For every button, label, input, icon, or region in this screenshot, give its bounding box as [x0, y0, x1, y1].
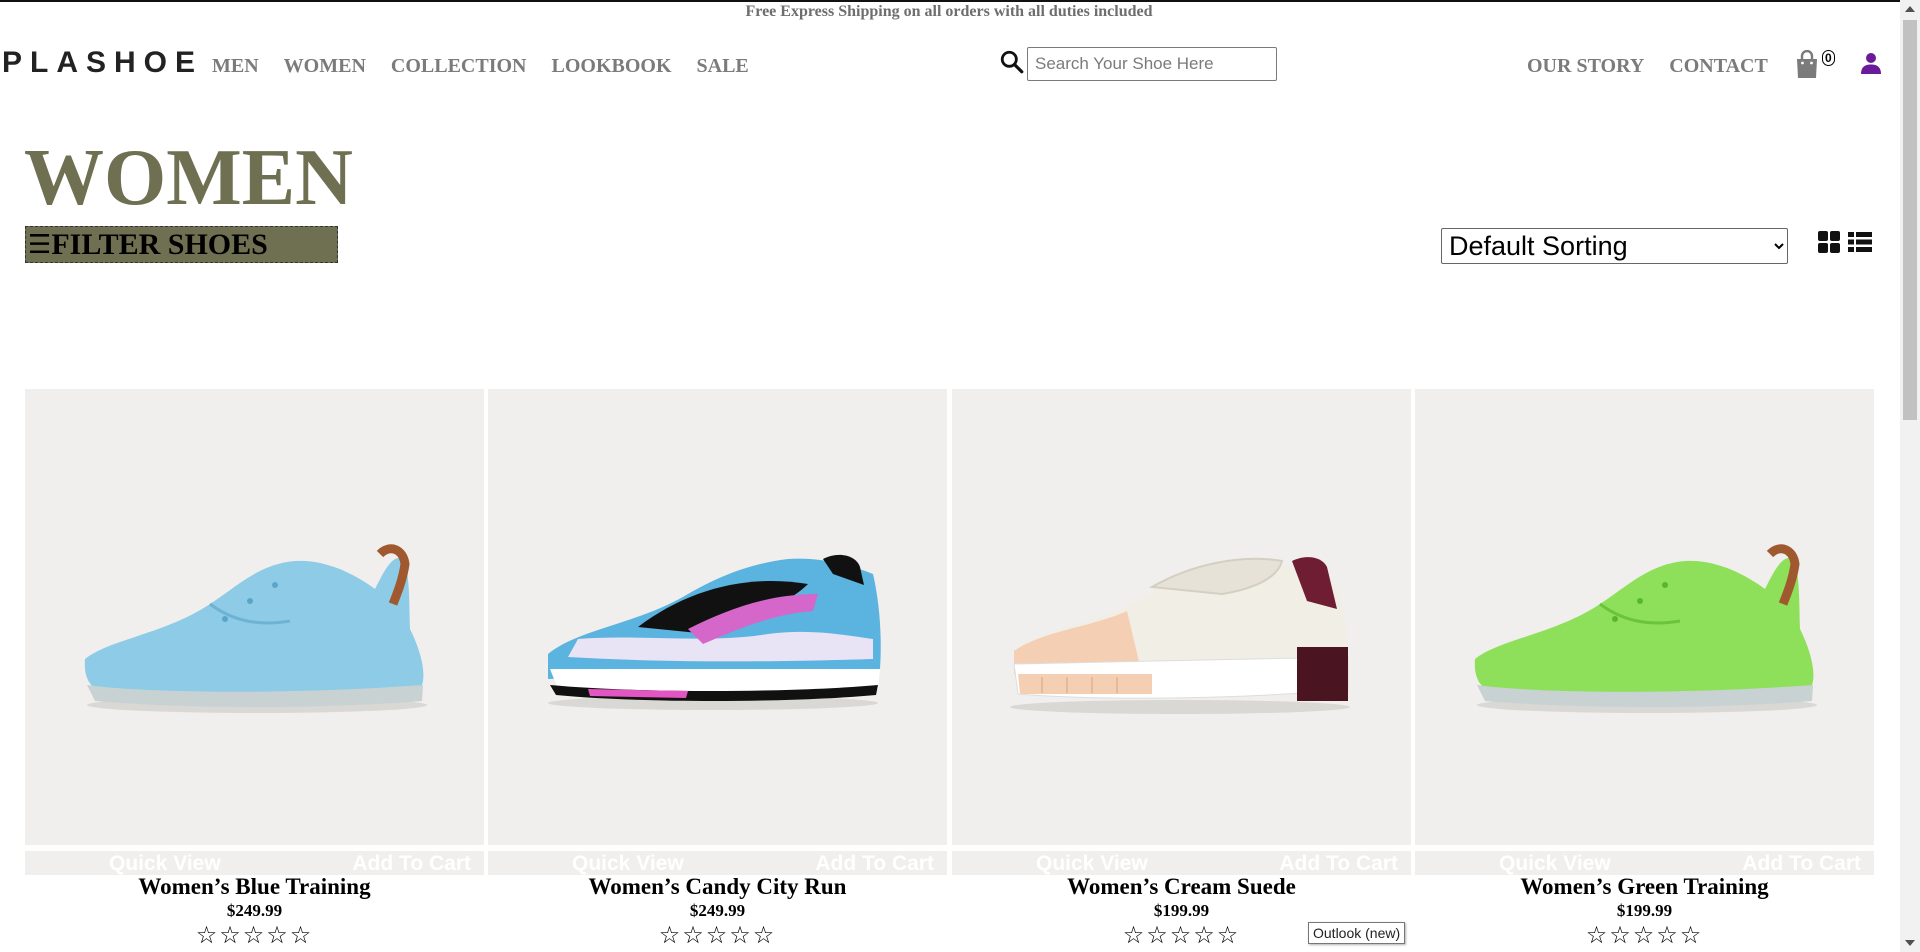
nav-men[interactable]: MEN: [212, 54, 259, 78]
nav-our-story[interactable]: OUR STORY: [1527, 54, 1644, 78]
search-input[interactable]: [1027, 47, 1277, 81]
add-to-cart-button[interactable]: Add To Cart: [815, 852, 934, 876]
product-rating-stars[interactable]: ☆☆☆☆☆: [25, 922, 484, 948]
product-name[interactable]: Women’s Candy City Run: [488, 874, 947, 900]
grid-view-icon[interactable]: [1817, 230, 1841, 254]
product-card[interactable]: Quick View Add To Cart Women’s Green Tra…: [1415, 389, 1874, 948]
sneaker-image: [1010, 557, 1350, 714]
product-price: $199.99: [1153, 901, 1210, 920]
shopping-bag-icon[interactable]: [1795, 50, 1819, 80]
nav-sale[interactable]: SALE: [697, 54, 749, 78]
product-name[interactable]: Women’s Cream Suede: [952, 874, 1411, 900]
product-rating-stars[interactable]: ☆☆☆☆☆: [1415, 922, 1874, 948]
nav-women[interactable]: WOMEN: [284, 54, 366, 78]
product-actions: Quick View Add To Cart: [1415, 851, 1874, 875]
quick-view-button[interactable]: Quick View: [1499, 852, 1611, 876]
sneaker-image: [1474, 544, 1817, 713]
product-card[interactable]: Quick View Add To Cart Women’s Candy Cit…: [488, 389, 947, 948]
scroll-up-arrow-icon[interactable]: [1905, 6, 1915, 12]
product-price: $199.99: [1616, 901, 1673, 920]
filter-label: FILTER SHOES: [51, 227, 268, 261]
search-icon[interactable]: [999, 49, 1025, 75]
sort-select[interactable]: Default Sorting: [1441, 228, 1788, 264]
product-image[interactable]: [1415, 389, 1874, 845]
product-rating-stars[interactable]: ☆☆☆☆☆: [488, 922, 947, 948]
product-name[interactable]: Women’s Blue Training: [25, 874, 484, 900]
product-actions: Quick View Add To Cart: [952, 851, 1411, 875]
sneaker-image: [84, 544, 427, 713]
announcement-bar: Free Express Shipping on all orders with…: [745, 3, 1153, 20]
quick-view-button[interactable]: Quick View: [572, 852, 684, 876]
filter-shoes-button[interactable]: ☰ FILTER SHOES: [25, 226, 338, 263]
list-view-icon[interactable]: [1848, 231, 1872, 253]
cart-count-badge: 0: [1822, 50, 1835, 66]
product-actions: Quick View Add To Cart: [25, 851, 484, 875]
product-actions: Quick View Add To Cart: [488, 851, 947, 875]
product-image[interactable]: [952, 389, 1411, 845]
product-image[interactable]: [25, 389, 484, 845]
taskbar-tooltip: Outlook (new): [1308, 922, 1406, 944]
product-card[interactable]: Quick View Add To Cart Women’s Cream Sue…: [952, 389, 1411, 948]
sneaker-image: [548, 554, 881, 710]
nav-collection[interactable]: COLLECTION: [391, 54, 527, 78]
page-title: WOMEN: [24, 134, 353, 222]
nav-contact[interactable]: CONTACT: [1669, 54, 1768, 78]
vertical-scrollbar[interactable]: [1900, 0, 1920, 952]
product-card[interactable]: Quick View Add To Cart Women’s Blue Trai…: [25, 389, 484, 948]
add-to-cart-button[interactable]: Add To Cart: [1279, 852, 1398, 876]
menu-icon: ☰: [28, 229, 52, 260]
add-to-cart-button[interactable]: Add To Cart: [352, 852, 471, 876]
product-price: $249.99: [689, 901, 746, 920]
scroll-down-arrow-icon[interactable]: [1905, 940, 1915, 946]
nav-lookbook[interactable]: LOOKBOOK: [551, 54, 671, 78]
quick-view-button[interactable]: Quick View: [109, 852, 221, 876]
user-icon[interactable]: [1859, 51, 1883, 75]
site-logo[interactable]: PLASHOE: [2, 45, 203, 81]
add-to-cart-button[interactable]: Add To Cart: [1742, 852, 1861, 876]
main-nav: MEN WOMEN COLLECTION LOOKBOOK SALE: [212, 54, 774, 78]
quick-view-button[interactable]: Quick View: [1036, 852, 1148, 876]
scrollbar-thumb[interactable]: [1903, 20, 1917, 420]
product-name[interactable]: Women’s Green Training: [1415, 874, 1874, 900]
secondary-nav: OUR STORY CONTACT: [1527, 54, 1793, 78]
product-image[interactable]: [488, 389, 947, 845]
product-price: $249.99: [226, 901, 283, 920]
